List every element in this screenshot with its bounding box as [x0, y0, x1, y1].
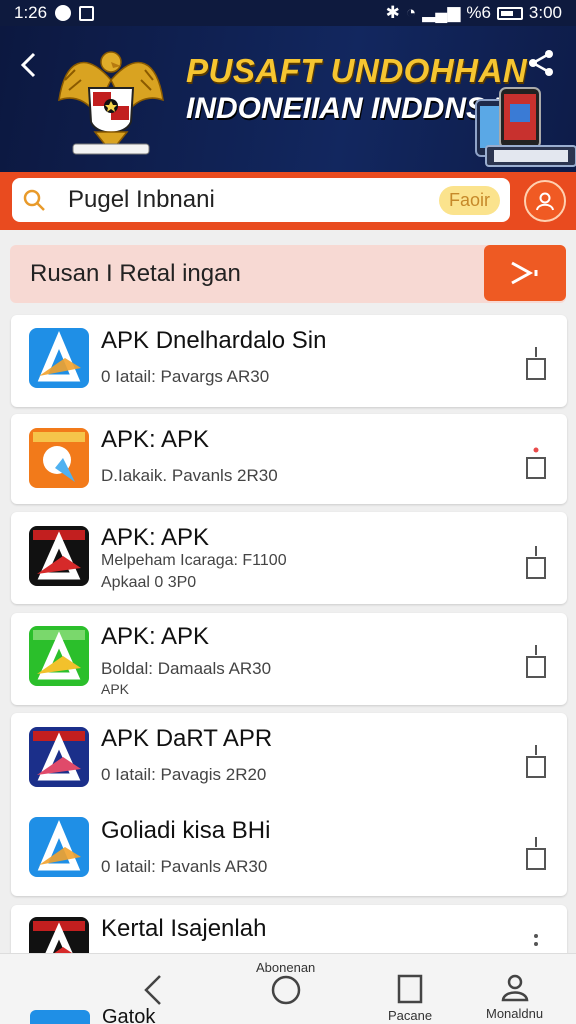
send-arrow-icon [511, 261, 538, 285]
battery-icon [496, 6, 523, 20]
notification-icon [55, 5, 72, 21]
app-title: APK: APK [101, 426, 210, 453]
list-item[interactable]: APK Dnelhardalo Sin 0 Iatail: Pavargs AR… [11, 315, 567, 407]
download-icon[interactable] [525, 837, 547, 871]
app-subtitle: Melpeham Icaraga: F1100 [101, 552, 287, 569]
download-icon[interactable] [525, 745, 547, 779]
nav-pages-button[interactable]: Pacane [388, 974, 432, 1023]
download-icon[interactable] [525, 645, 547, 679]
app-subtitle-secondary: Apkaal 0 3P0 [101, 574, 197, 591]
app-subtitle: 0 Iatail: Pavagis 2R20 [101, 765, 267, 784]
apk-app-icon [29, 626, 89, 686]
nav-home-button[interactable] [270, 974, 302, 1006]
list-item[interactable]: APK: APK Boldal: Damaals AR30 APK [11, 613, 567, 705]
retail-go-button[interactable] [484, 245, 566, 301]
app-title: APK: APK [101, 524, 210, 551]
app-title: Gatok [102, 1006, 156, 1024]
app-title: Goliadi kisa BHi [101, 817, 271, 844]
apk-app-icon [29, 328, 89, 388]
chevron-left-icon [144, 975, 161, 1005]
search-query: Pugel Inbnani [68, 186, 215, 213]
status-time-right: 3:00 [528, 3, 562, 22]
list-item[interactable]: APK: APK D.Iakaik. Pavanls 2R30 [11, 414, 567, 504]
signal-icon: ▂▄▆ [422, 3, 461, 22]
apk-app-icon [29, 526, 89, 586]
retail-label: Rusan I Retal ingan [30, 260, 241, 287]
list-group: APK DaRT APR 0 Iatail: Pavagis 2R20 Goli… [11, 713, 567, 896]
nav-profile-label: Monaldnu [486, 1006, 544, 1021]
gallery-icon [79, 5, 95, 21]
bluetooth-icon: ✱ [385, 3, 400, 22]
profile-button[interactable] [524, 180, 566, 222]
back-button[interactable] [18, 50, 40, 88]
garuda-emblem-icon [58, 51, 164, 155]
search-filter-pill[interactable]: Faoir [438, 185, 500, 215]
search-input[interactable]: Pugel Inbnani Faoir [12, 178, 510, 222]
nav-center-label: Abonenan [256, 960, 316, 975]
app-subtitle: Boldal: Damaals AR30 [101, 659, 272, 678]
app-title: APK Dnelhardalo Sin [101, 327, 327, 354]
status-time: 1:26 [14, 3, 48, 22]
list-item[interactable]: APK: APK Melpeham Icaraga: F1100 Apkaal … [11, 512, 567, 604]
battery-percent: %6 [466, 3, 491, 22]
home-circle-icon [271, 975, 301, 1005]
app-subtitle: 0 Iatail: Pavanls AR30 [101, 857, 268, 876]
more-dots-icon[interactable] [525, 933, 547, 949]
app-title: Kertal Isajenlah [101, 915, 267, 942]
apk-app-icon [30, 1010, 90, 1024]
user-icon [501, 974, 528, 1002]
share-icon[interactable] [526, 48, 556, 78]
download-icon[interactable] [525, 546, 547, 580]
app-title: APK: APK [101, 623, 210, 650]
user-icon [536, 192, 554, 211]
app-subtitle: 0 Iatail: Pavargs AR30 [101, 367, 270, 386]
download-icon[interactable] [525, 446, 547, 480]
app-subtitle-secondary: APK [101, 681, 130, 697]
nav-pages-label: Pacane [388, 1008, 433, 1023]
status-bar: 1:26 ✱ ◔ ▂▄▆ %6 3:00 [0, 0, 576, 26]
search-bar-area: Pugel Inbnani Faoir [0, 172, 576, 230]
nav-profile-button[interactable]: Monaldnu [486, 972, 543, 1021]
download-icon[interactable] [525, 347, 547, 381]
apk-app-icon [29, 727, 89, 787]
recent-apps-icon [397, 974, 423, 1004]
apk-app-icon [29, 428, 89, 488]
wifi-icon: ◔ [405, 3, 417, 22]
app-subtitle: D.Iakaik. Pavanls 2R30 [101, 466, 278, 485]
retail-banner[interactable]: Rusan I Retal ingan [10, 245, 566, 303]
apk-app-icon [29, 817, 89, 877]
chevron-left-icon [20, 52, 36, 78]
header-banner: PUSAFT UNDOHHAN INDONEIIAN INDDNSAI [0, 26, 576, 172]
nav-back-button[interactable] [140, 974, 166, 1006]
search-icon [23, 189, 45, 211]
app-title: APK DaRT APR [101, 725, 273, 752]
devices-illustration-icon [475, 87, 576, 167]
